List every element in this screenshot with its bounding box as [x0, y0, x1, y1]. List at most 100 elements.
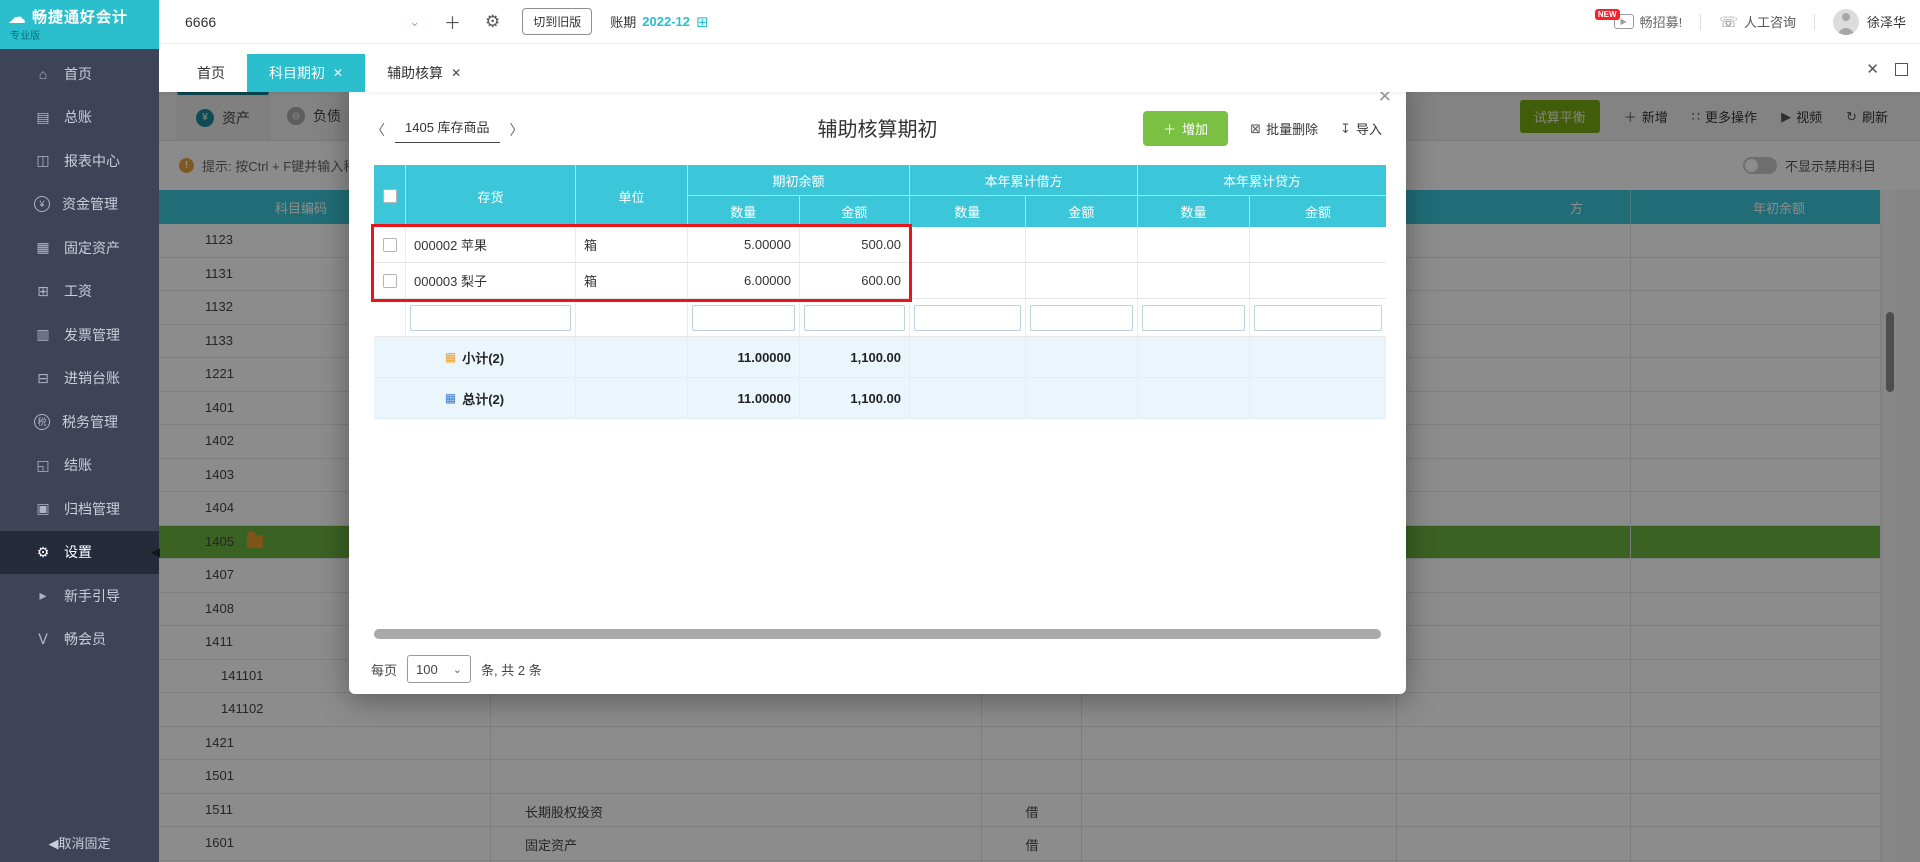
closing-icon: ◱ — [34, 457, 52, 474]
sidebar-item-closing[interactable]: ◱结账 — [0, 444, 159, 488]
auxiliary-table: 存货 单位 期初余额 数量 金额 本年累计借方 数量 金额 — [374, 165, 1386, 419]
sidebar-item-ledger[interactable]: ▤ 总账 — [0, 96, 159, 140]
sidebar-item-label: 设置 — [64, 542, 92, 562]
period-value[interactable]: 2022-12 — [642, 14, 690, 29]
auxiliary-table-header: 存货 单位 期初余额 数量 金额 本年累计借方 数量 金额 — [374, 165, 1386, 227]
cloud-calculator-logo-icon: ☁ — [8, 8, 26, 26]
per-page-label: 每页 — [371, 660, 397, 679]
fullscreen-icon[interactable] — [1895, 63, 1908, 76]
unit-value: 箱 — [576, 227, 688, 262]
opening-qty-input[interactable] — [692, 305, 795, 331]
close-tab-icon[interactable]: ✕ — [451, 66, 461, 80]
sidebar-nav: ⌂首页▤总账◫报表中心¥资金管理▦固定资产⊞工资▥发票管理⊟进销台账税税务管理◱… — [0, 52, 159, 661]
horizontal-scrollbar[interactable] — [374, 629, 1381, 639]
per-page-select[interactable]: 100 ⌄ — [407, 655, 471, 683]
add-row-button[interactable]: ＋增加 — [1143, 111, 1228, 146]
close-all-icon[interactable]: ✕ — [1866, 60, 1879, 78]
auxiliary-opening-modal: ✕ 〈 1405 库存商品 〉 辅助核算期初 ＋增加 ⊠批量删除 ↧导入 — [349, 79, 1406, 694]
subtotal-row: ▦小计(2) 11.00000 1,100.00 — [374, 337, 1386, 378]
brand-name: 畅捷通好会计 — [32, 6, 128, 27]
unit-value: 箱 — [576, 263, 688, 298]
new-entry-row — [374, 299, 1386, 337]
tab-account-opening[interactable]: 科目期初✕ — [247, 54, 365, 92]
sidebar-item-invoice[interactable]: ▥发票管理 — [0, 313, 159, 357]
sidebar-item-guide[interactable]: ▸新手引导 — [0, 574, 159, 618]
tab-home[interactable]: 首页 — [175, 54, 247, 92]
sidebar-item-label: 税务管理 — [62, 412, 118, 432]
app-window: ☁ 畅捷通好会计 专业版 ⌂ 首页 ▤ 总账 ◫报表中心¥资金管理▦固定资产⊞工资▥发票… — [0, 0, 1920, 862]
home-icon: ⌂ — [34, 66, 52, 82]
sidebar-item-settings[interactable]: ⚙ 设置 ◀ — [0, 531, 159, 575]
inventory-input[interactable] — [410, 305, 571, 331]
sidebar-item-label: 进销台账 — [64, 368, 120, 388]
sidebar-item-salary[interactable]: ⊞工资 — [0, 270, 159, 314]
divider — [1814, 14, 1815, 30]
sidebar-item-purchase-sales[interactable]: ⊟ 进销台账 — [0, 357, 159, 401]
subtotal-qty: 11.00000 — [688, 337, 800, 377]
ledger-icon: ▤ — [34, 109, 52, 126]
account-name: 6666 — [185, 14, 216, 30]
brand-logo: ☁ 畅捷通好会计 专业版 — [0, 0, 159, 49]
gear-icon: ⚙ — [34, 544, 52, 561]
add-account-set-icon[interactable]: ＋ — [444, 9, 461, 34]
sidebar-item-report-center[interactable]: ◫报表中心 — [0, 139, 159, 183]
import-button[interactable]: ↧导入 — [1340, 119, 1382, 138]
column-header-unit: 单位 — [576, 165, 688, 227]
debit-amt-input[interactable] — [1030, 305, 1133, 331]
credit-qty-input[interactable] — [1142, 305, 1245, 331]
sidebar-item-tax[interactable]: 税税务管理 — [0, 400, 159, 444]
subtotal-amt: 1,100.00 — [800, 337, 910, 377]
calendar-icon[interactable]: ⊞ — [696, 13, 709, 31]
new-badge: NEW — [1595, 9, 1620, 20]
period-label: 账期 — [610, 12, 636, 31]
table-row[interactable]: 000002 苹果 箱 5.00000 500.00 — [374, 227, 1386, 263]
switch-old-version-button[interactable]: 切到旧版 — [522, 8, 592, 35]
collapse-arrow-icon[interactable]: ◀ — [151, 545, 160, 559]
tax-icon: 税 — [34, 414, 50, 430]
total-label: 总计(2) — [462, 389, 504, 408]
sidebar-item-label: 资金管理 — [62, 194, 118, 214]
debit-qty-input[interactable] — [914, 305, 1021, 331]
total-icon: ▦ — [445, 391, 456, 405]
pagination: 每页 100 ⌄ 条, 共 2 条 — [371, 655, 542, 683]
row-checkbox[interactable] — [383, 238, 397, 252]
sidebar: ☁ 畅捷通好会计 专业版 ⌂ 首页 ▤ 总账 ◫报表中心¥资金管理▦固定资产⊞工资▥发票… — [0, 0, 159, 862]
sidebar-item-label: 归档管理 — [64, 499, 120, 519]
column-header-qty: 数量 — [1138, 196, 1250, 227]
column-header-qty: 数量 — [688, 196, 800, 227]
select-all-checkbox[interactable] — [383, 189, 397, 203]
table-row[interactable]: 000003 梨子 箱 6.00000 600.00 — [374, 263, 1386, 299]
account-selector[interactable]: 6666 ⌄ — [185, 14, 420, 30]
ledger-book-icon: ⊟ — [34, 370, 52, 387]
avatar — [1833, 9, 1859, 35]
sidebar-item-funds[interactable]: ¥资金管理 — [0, 183, 159, 227]
unpin-sidebar-button[interactable]: ◀取消固定 — [0, 833, 159, 852]
play-icon: ▸ — [34, 587, 52, 604]
opening-amt-input[interactable] — [804, 305, 905, 331]
group-header-opening-balance: 期初余额 — [688, 165, 909, 196]
recruit-link[interactable]: 畅招募! — [1640, 12, 1683, 31]
batch-delete-button[interactable]: ⊠批量删除 — [1250, 119, 1318, 138]
inventory-name: 000002 苹果 — [406, 227, 576, 262]
brand-edition: 专业版 — [10, 27, 151, 42]
total-amt: 1,100.00 — [800, 378, 910, 418]
sidebar-item-fixed-assets[interactable]: ▦固定资产 — [0, 226, 159, 270]
tab-auxiliary[interactable]: 辅助核算✕ — [365, 54, 483, 92]
batch-delete-icon: ⊠ — [1250, 121, 1261, 137]
calculator-icon: ⊞ — [34, 283, 52, 300]
sidebar-item-label: 总账 — [64, 107, 92, 127]
row-checkbox[interactable] — [383, 274, 397, 288]
total-row: ▦总计(2) 11.00000 1,100.00 — [374, 378, 1386, 419]
credit-amt-input[interactable] — [1254, 305, 1382, 331]
sidebar-item-label: 首页 — [64, 64, 92, 84]
sidebar-item-label: 发票管理 — [64, 325, 120, 345]
sidebar-item-home[interactable]: ⌂ 首页 — [0, 52, 159, 96]
user-menu[interactable]: 徐泽华 — [1833, 9, 1906, 35]
gear-icon[interactable]: ⚙ — [485, 12, 500, 32]
close-tab-icon[interactable]: ✕ — [333, 66, 343, 80]
column-header-qty: 数量 — [910, 196, 1026, 227]
sidebar-item-member[interactable]: Ⅴ畅会员 — [0, 618, 159, 662]
divider — [1700, 14, 1701, 30]
sidebar-item-archive[interactable]: ▣归档管理 — [0, 487, 159, 531]
support-link[interactable]: ☏ 人工咨询 — [1719, 12, 1796, 31]
